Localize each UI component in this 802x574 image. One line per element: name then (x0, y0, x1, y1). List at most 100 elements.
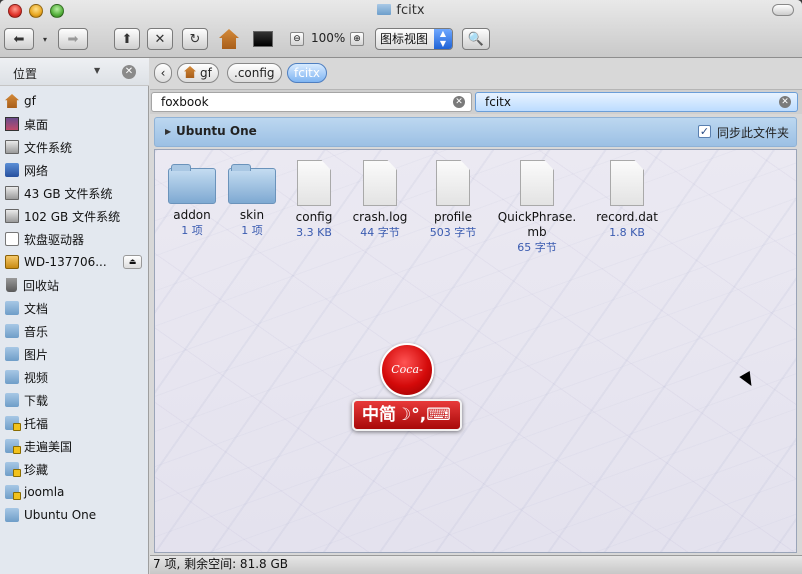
file-item-quickphrase[interactable]: QuickPhrase. mb 65 字节 (497, 160, 577, 255)
folder-lock-icon (5, 485, 21, 500)
sidebar-item-label: 桌面 (24, 117, 49, 132)
close-tab-icon[interactable]: ✕ (779, 96, 791, 108)
sidebar-item-label: 珍藏 (24, 462, 49, 477)
sidebar-item-downloads[interactable]: 下载 (0, 389, 149, 411)
sidebar-item-collection[interactable]: 珍藏 (0, 458, 149, 480)
sidebar-item-label: Ubuntu One (24, 508, 97, 522)
file-item-crash-log[interactable]: crash.log 44 字节 (340, 160, 420, 240)
sync-checkbox[interactable]: ✓ (698, 125, 711, 138)
sidebar-item-pictures[interactable]: 图片 (0, 343, 149, 365)
up-button[interactable]: ⬆ (114, 28, 140, 50)
disclosure-triangle-icon[interactable]: ▶ (165, 127, 171, 136)
sidebar-item-label: 音乐 (24, 324, 49, 339)
view-mode-select[interactable]: 图标视图 ▲ ▼ (375, 28, 453, 50)
sidebar-item-music[interactable]: 音乐 (0, 320, 149, 342)
folder-icon (377, 4, 392, 15)
sidebar-item-wd[interactable]: WD-137706... ⏏ (0, 251, 149, 273)
drive-icon (5, 186, 19, 200)
folder-icon (5, 393, 19, 407)
sidebar-item-label: 托福 (24, 416, 49, 431)
window-title: fcitx (0, 3, 802, 18)
ime-status-panel[interactable]: 中简☽°,⌨ (352, 399, 462, 431)
file-item-profile[interactable]: profile 503 字节 (413, 160, 493, 240)
search-icon: 🔍 (467, 31, 485, 47)
folder-icon (168, 164, 216, 204)
search-button[interactable]: 🔍 (462, 28, 490, 50)
sidebar-item-label: 102 GB 文件系统 (24, 209, 121, 224)
tab-foxbook[interactable]: foxbook ✕ (151, 92, 472, 112)
sidebar-item-label: 视频 (24, 370, 49, 385)
sidebar-item-toefl[interactable]: 托福 (0, 412, 149, 434)
eject-icon[interactable]: ⏏ (123, 255, 142, 269)
folder-icon (5, 508, 19, 522)
sidebar-item-label: 回收站 (23, 278, 60, 293)
sidebar-item-filesystem[interactable]: 文件系统 (0, 136, 149, 158)
path-left-arrow[interactable]: ‹ (154, 63, 172, 83)
zoom-out-icon: ⊖ (293, 34, 301, 44)
tab-label: fcitx (485, 95, 511, 109)
crumb-home[interactable]: gf (177, 63, 219, 83)
reload-button[interactable]: ↻ (182, 28, 208, 50)
sidebar-item-label: 图片 (24, 347, 49, 362)
document-icon (436, 160, 470, 206)
sidebar-item-network[interactable]: 网络 (0, 159, 149, 181)
reload-icon: ↻ (189, 31, 201, 47)
sidebar-item-label: 文档 (24, 301, 49, 316)
file-item-record-dat[interactable]: record.dat 1.8 KB (587, 160, 667, 240)
folder-lock-icon (5, 462, 21, 477)
zoom-in-button[interactable]: ⊕ (350, 32, 364, 46)
arrow-up-icon: ⬆ (121, 31, 133, 47)
folder-icon (5, 347, 19, 361)
sidebar-item-label: 文件系统 (24, 140, 73, 155)
sidebar-item-family-album[interactable]: 走遍美国 (0, 435, 149, 457)
ime-status-text: 中简☽°,⌨ (362, 405, 451, 425)
status-bar: 7 项, 剩余空间: 81.8 GB (150, 555, 802, 574)
coca-cola-logo-icon[interactable]: Coca-Cola (380, 343, 434, 426)
sidebar-item-label: 下载 (24, 393, 49, 408)
sidebar-item-documents[interactable]: 文档 (0, 297, 149, 319)
close-sidebar-icon[interactable]: ✕ (122, 65, 136, 79)
file-manager-window: fcitx ⬅ ▾ ➡ ⬆ ✕ ↻ ⊖ 100% ⊕ 图标视图 ▲ ▼ 🔍 位置 ▼… (0, 0, 802, 574)
sidebar-item-gf[interactable]: gf (0, 90, 149, 112)
folder-icon (5, 370, 19, 384)
sync-checkbox-label: 同步此文件夹 (716, 126, 789, 140)
document-icon (297, 160, 331, 206)
arrow-left-icon: ⬅ (13, 31, 25, 47)
forward-button[interactable]: ➡ (58, 28, 88, 50)
back-history-dropdown[interactable]: ▾ (35, 28, 55, 50)
file-size: 44 字节 (360, 226, 400, 239)
sidebar-item-102gb[interactable]: 102 GB 文件系统 (0, 205, 149, 227)
title-bar: fcitx ⬅ ▾ ➡ ⬆ ✕ ↻ ⊖ 100% ⊕ 图标视图 ▲ ▼ 🔍 (0, 0, 802, 58)
sidebar: 位置 ▼ ✕ gf 桌面 文件系统 网络 43 GB 文件系统 102 GB 文… (0, 58, 149, 574)
crumb-label: fcitx (294, 66, 320, 80)
tab-fcitx[interactable]: fcitx ✕ (475, 92, 798, 112)
stop-button[interactable]: ✕ (147, 28, 173, 50)
sidebar-item-43gb[interactable]: 43 GB 文件系统 (0, 182, 149, 204)
sidebar-item-videos[interactable]: 视频 (0, 366, 149, 388)
crumb-fcitx[interactable]: fcitx (287, 63, 327, 83)
floppy-icon (5, 232, 19, 246)
chevron-down-icon: ▾ (42, 34, 47, 44)
sidebar-item-floppy[interactable]: 软盘驱动器 (0, 228, 149, 250)
tab-label: foxbook (161, 95, 209, 109)
trash-icon (6, 278, 17, 292)
sidebar-item-trash[interactable]: 回收站 (0, 274, 149, 296)
sidebar-item-ubuntu-one[interactable]: Ubuntu One (0, 504, 149, 526)
zoom-level: 100% (311, 31, 346, 45)
file-size: 1.8 KB (609, 226, 645, 239)
chevron-down-icon[interactable]: ▼ (94, 66, 100, 75)
file-name: QuickPhrase. mb (497, 210, 577, 239)
sidebar-item-desktop[interactable]: 桌面 (0, 113, 149, 135)
back-button[interactable]: ⬅ (4, 28, 34, 50)
crumb-config[interactable]: .config (227, 63, 282, 83)
zoom-out-button[interactable]: ⊖ (290, 32, 304, 46)
select-arrows-icon: ▲ ▼ (434, 29, 452, 49)
home-button[interactable] (216, 28, 242, 50)
sidebar-item-joomla[interactable]: joomla (0, 481, 149, 503)
sidebar-item-label: WD-137706... (24, 255, 107, 269)
close-tab-icon[interactable]: ✕ (453, 96, 465, 108)
drive-icon (5, 140, 19, 154)
computer-button[interactable] (250, 28, 276, 50)
sidebar-item-label: 43 GB 文件系统 (24, 186, 113, 201)
toolbar-toggle-button[interactable] (772, 4, 794, 16)
